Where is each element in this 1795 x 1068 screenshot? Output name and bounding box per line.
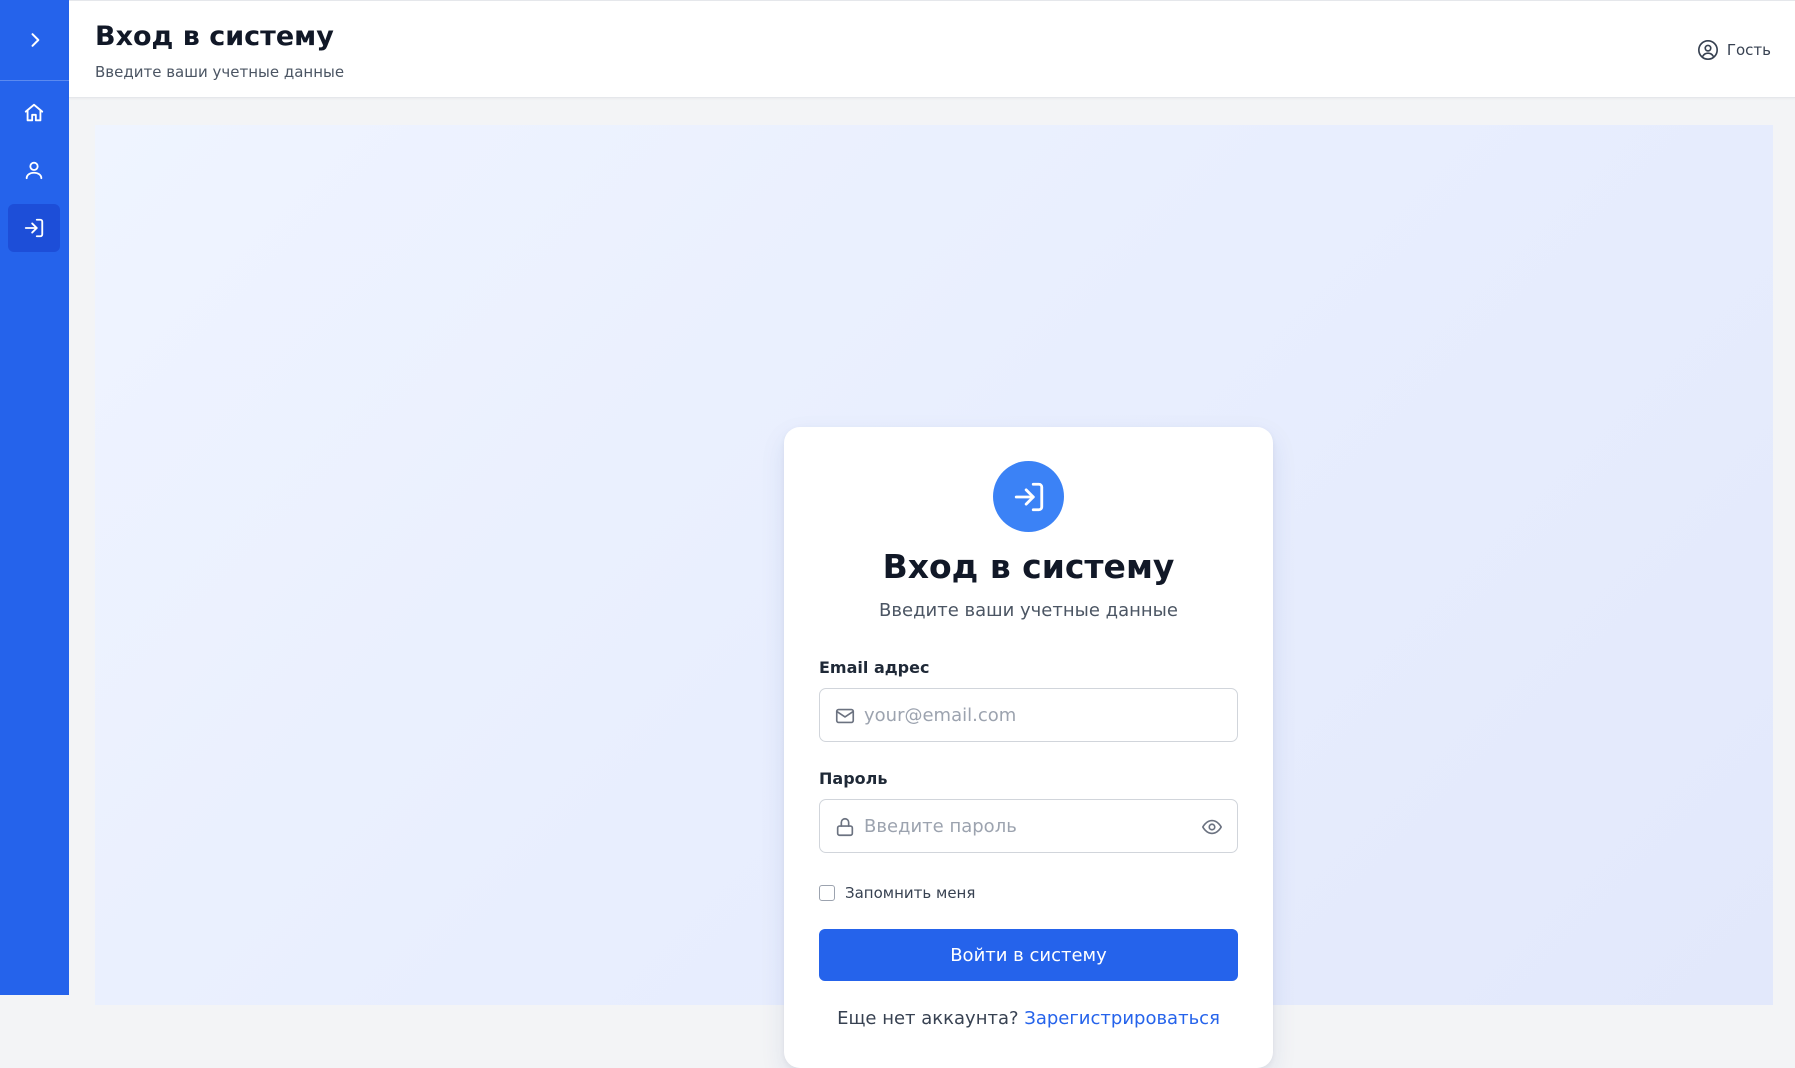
signup-prompt-text: Еще нет аккаунта? bbox=[837, 1008, 1019, 1029]
home-icon bbox=[24, 103, 44, 122]
remember-me: Запомнить меня bbox=[819, 884, 975, 902]
password-label: Пароль bbox=[819, 769, 888, 788]
page-header: Вход в систему Введите ваши учетные данн… bbox=[69, 0, 1795, 98]
login-badge bbox=[993, 461, 1064, 532]
signup-prompt: Еще нет аккаунта? Зарегистрироваться bbox=[784, 1008, 1273, 1029]
main-content: Вход в систему Введите ваши учетные данн… bbox=[95, 125, 1773, 1068]
sidebar-item-login[interactable] bbox=[8, 204, 60, 252]
mail-icon bbox=[833, 704, 857, 728]
sidebar bbox=[0, 0, 69, 995]
signup-link[interactable]: Зарегистрироваться bbox=[1024, 1008, 1220, 1029]
login-icon bbox=[1014, 482, 1043, 511]
sidebar-item-profile[interactable] bbox=[8, 146, 60, 194]
login-title: Вход в систему bbox=[882, 547, 1175, 586]
sidebar-toggle-button[interactable] bbox=[0, 0, 69, 81]
user-circle-icon bbox=[1697, 40, 1718, 60]
remember-checkbox[interactable] bbox=[819, 885, 835, 901]
page-title: Вход в систему bbox=[95, 21, 334, 52]
sidebar-item-home[interactable] bbox=[8, 89, 60, 137]
page-subtitle: Введите ваши учетные данные bbox=[95, 63, 345, 81]
user-icon bbox=[25, 161, 43, 180]
login-subtitle: Введите ваши учетные данные bbox=[879, 600, 1178, 621]
remember-label: Запомнить меня bbox=[845, 884, 976, 902]
email-field-wrapper bbox=[819, 688, 1238, 742]
eye-icon[interactable] bbox=[1200, 815, 1224, 839]
email-input[interactable] bbox=[864, 689, 1204, 741]
login-card: Вход в систему Введите ваши учетные данн… bbox=[784, 427, 1273, 1068]
chevron-right-icon bbox=[31, 33, 39, 47]
lock-icon bbox=[833, 815, 857, 839]
login-icon bbox=[24, 218, 44, 238]
login-submit-button[interactable]: Войти в систему bbox=[819, 929, 1238, 981]
password-field-wrapper bbox=[819, 799, 1238, 853]
user-menu[interactable]: Гость bbox=[1697, 39, 1771, 61]
user-label: Гость bbox=[1726, 41, 1771, 59]
password-input[interactable] bbox=[864, 800, 1204, 852]
email-label: Email адрес bbox=[819, 658, 930, 677]
